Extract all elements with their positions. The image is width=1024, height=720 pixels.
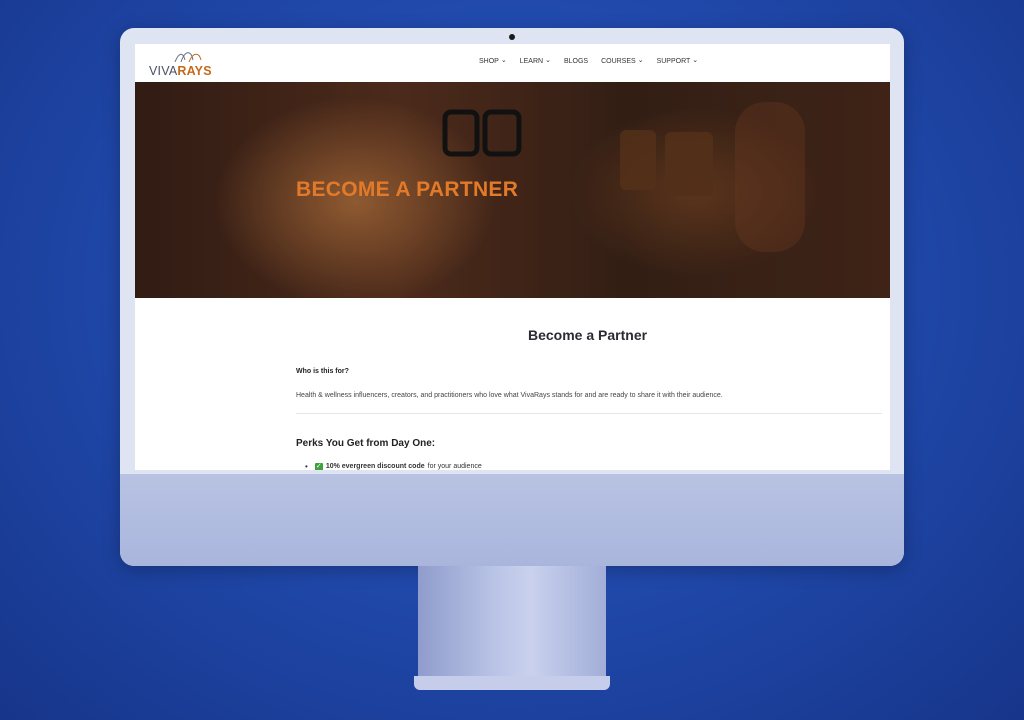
divider <box>296 413 882 414</box>
nav-item-support[interactable]: SUPPORT ⌄ <box>656 57 699 65</box>
logo-text: VIVARAYS <box>149 64 212 78</box>
monitor-stand <box>418 566 606 678</box>
perk-rest: for your audience <box>427 463 482 470</box>
main-nav: SHOP ⌄ LEARN ⌄ BLOGS COURSES ⌄ SUPPORT ⌄ <box>479 57 699 65</box>
list-item: • ✓ 10% evergreen discount code for your… <box>305 462 482 470</box>
logo-waves-icon <box>174 52 202 63</box>
hero-banner: BECOME A PARTNER <box>135 82 890 298</box>
nav-item-label: SHOP <box>479 58 499 65</box>
site-logo[interactable]: VIVARAYS <box>149 48 229 78</box>
nav-item-label: COURSES <box>601 58 636 65</box>
monitor-foot <box>414 676 610 690</box>
chevron-down-icon: ⌄ <box>692 57 699 64</box>
nav-item-learn[interactable]: LEARN ⌄ <box>519 57 551 65</box>
nav-item-label: SUPPORT <box>656 58 691 65</box>
chevron-down-icon: ⌄ <box>545 57 551 64</box>
nav-item-courses[interactable]: COURSES ⌄ <box>601 57 644 65</box>
nav-item-label: BLOGS <box>563 58 589 65</box>
nav-item-shop[interactable]: SHOP ⌄ <box>479 57 507 65</box>
chevron-down-icon: ⌄ <box>500 57 507 64</box>
browser-screen: VIVARAYS SHOP ⌄ LEARN ⌄ BLOGS COURSES ⌄ … <box>135 44 890 470</box>
nav-item-label: LEARN <box>519 58 544 65</box>
perks-heading: Perks You Get from Day One: <box>296 438 436 449</box>
bullet-icon: • <box>305 462 308 470</box>
logo-text-accent: RAYS <box>177 64 212 78</box>
site-header: VIVARAYS SHOP ⌄ LEARN ⌄ BLOGS COURSES ⌄ … <box>135 44 890 82</box>
chevron-down-icon: ⌄ <box>637 57 644 64</box>
logo-text-main: VIVA <box>149 64 178 78</box>
camera-dot <box>509 34 515 40</box>
check-icon: ✓ <box>314 462 323 470</box>
perk-bold: 10% evergreen discount code <box>325 463 425 470</box>
monitor-chin <box>120 474 904 566</box>
who-heading: Who is this for? <box>296 368 349 375</box>
section-title: Become a Partner <box>528 327 648 343</box>
hero-title: BECOME A PARTNER <box>296 178 519 201</box>
who-description: Health & wellness influencers, creators,… <box>296 392 723 399</box>
nav-item-blogs[interactable]: BLOGS <box>564 58 588 65</box>
